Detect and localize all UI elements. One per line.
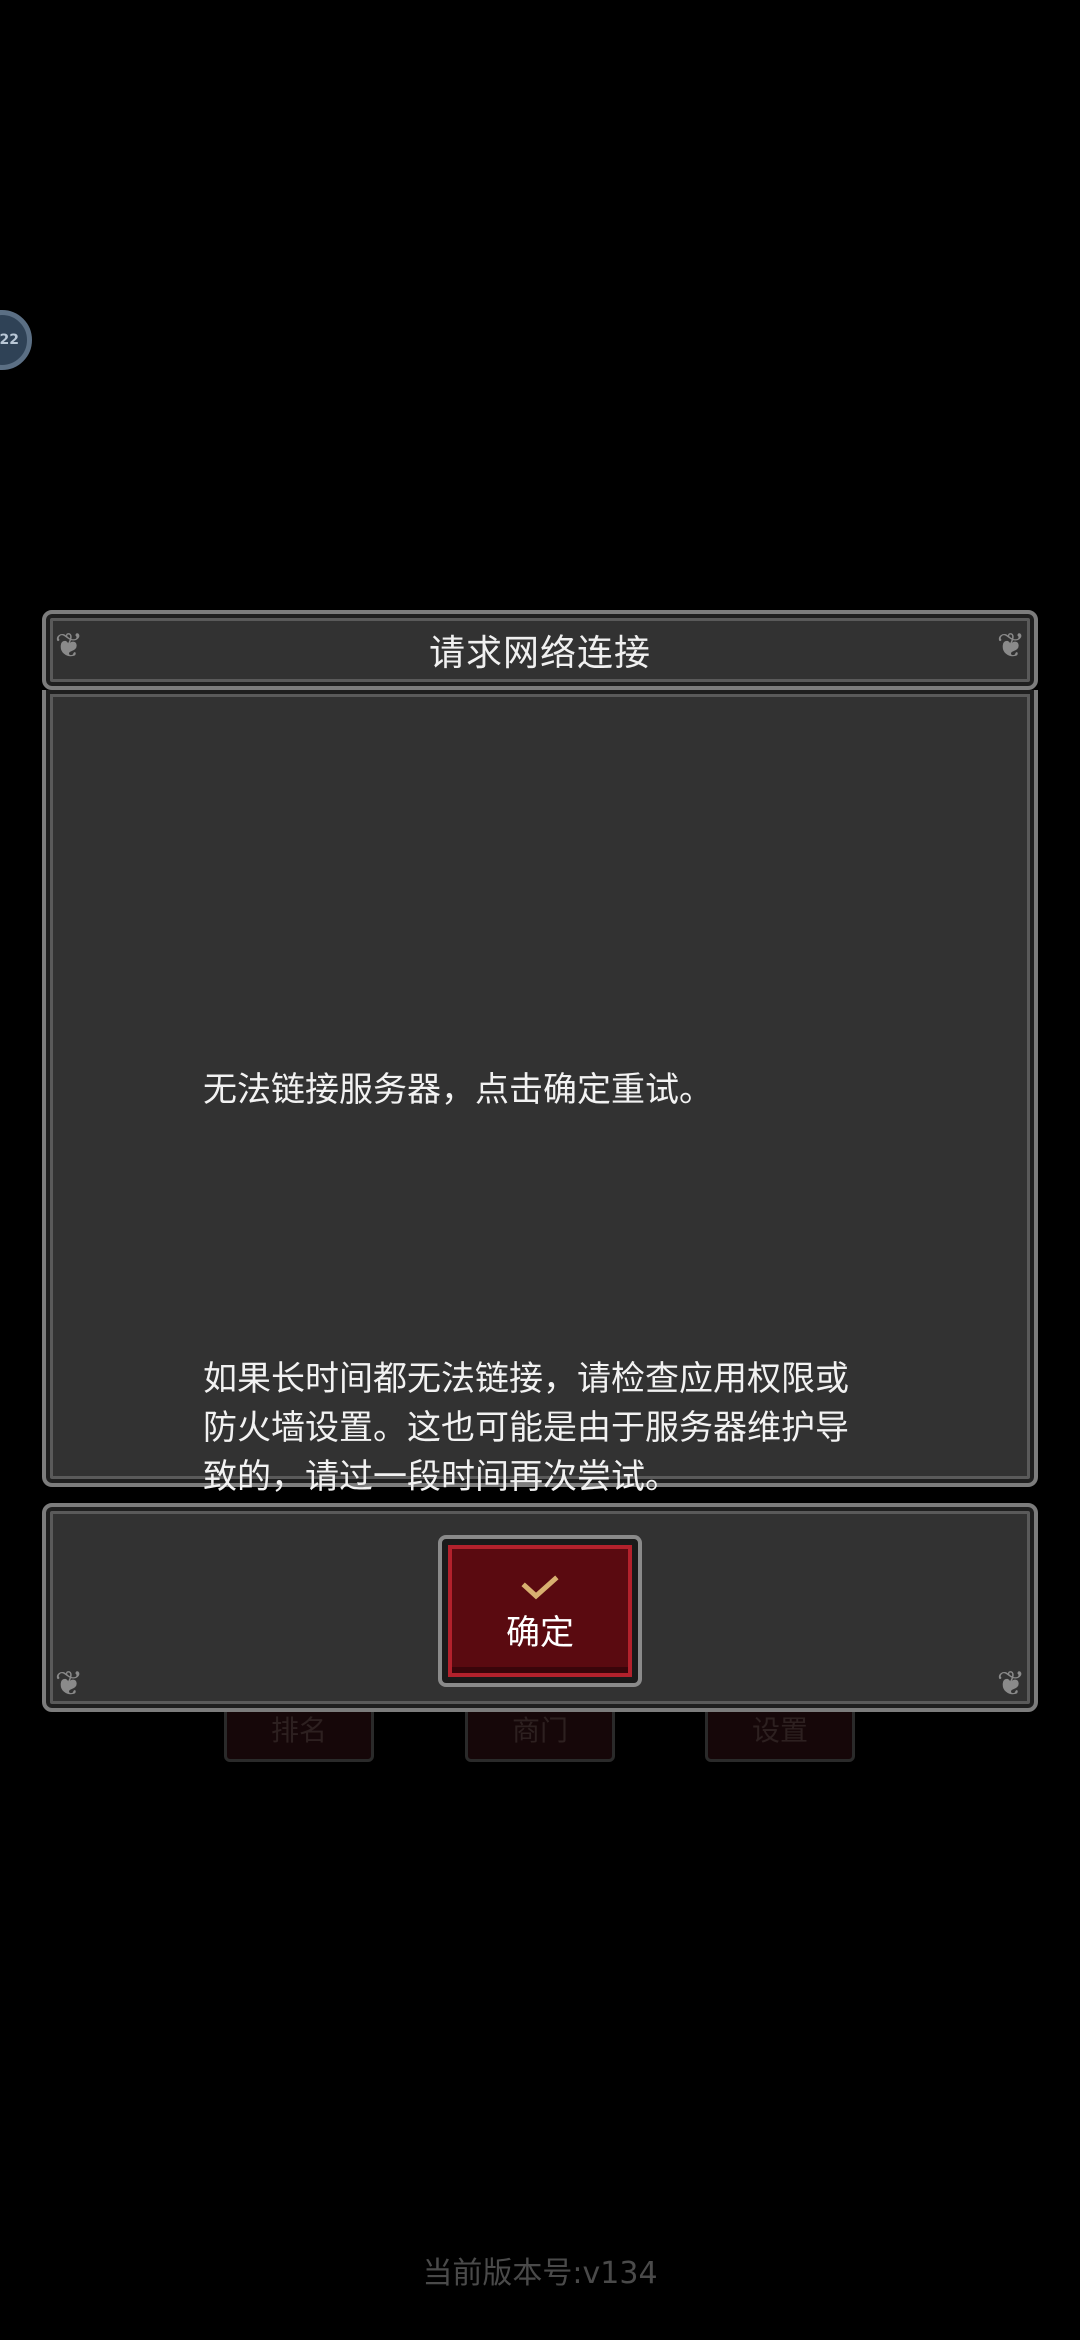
- confirm-button-label: 确定: [506, 1612, 574, 1653]
- version-label: 当前版本号:v134: [422, 2256, 658, 2291]
- float-badge-text: 22: [0, 332, 19, 348]
- corner-flourish-icon: ❦: [996, 1664, 1026, 1704]
- confirm-button-face[interactable]: 确定: [448, 1545, 632, 1677]
- floating-assist-badge[interactable]: 22: [0, 310, 32, 370]
- dialog-title-bar: ❦ 请求网络连接 ❦: [42, 610, 1038, 690]
- confirm-button[interactable]: 确定: [438, 1535, 642, 1687]
- background-button-label: 排名: [270, 1714, 327, 1747]
- corner-flourish-icon: ❦: [54, 626, 84, 666]
- message-line-primary: 无法链接服务器，点击确定重试。: [203, 1070, 713, 1110]
- dialog-content-panel: 无法链接服务器，点击确定重试。 如果长时间都无法链接，请检查应用权限或 防火墙设…: [42, 690, 1038, 1497]
- corner-flourish-icon: ❦: [996, 626, 1026, 666]
- corner-flourish-icon: ❦: [54, 1664, 84, 1704]
- game-screen: 22 排名 商门 设置 ❦ 请求网络连接 ❦ 无法链接服务器，点击确定重试。 如…: [0, 0, 1080, 2340]
- background-button-label: 商门: [511, 1714, 568, 1747]
- message-line-detail: 如果长时间都无法链接，请检查应用权限或 防火墙设置。这也可能是由于服务器维护导 …: [203, 1359, 849, 1497]
- check-icon: [521, 1574, 559, 1599]
- background-button-label: 设置: [751, 1714, 808, 1747]
- dialog-title: 请求网络连接: [428, 633, 651, 674]
